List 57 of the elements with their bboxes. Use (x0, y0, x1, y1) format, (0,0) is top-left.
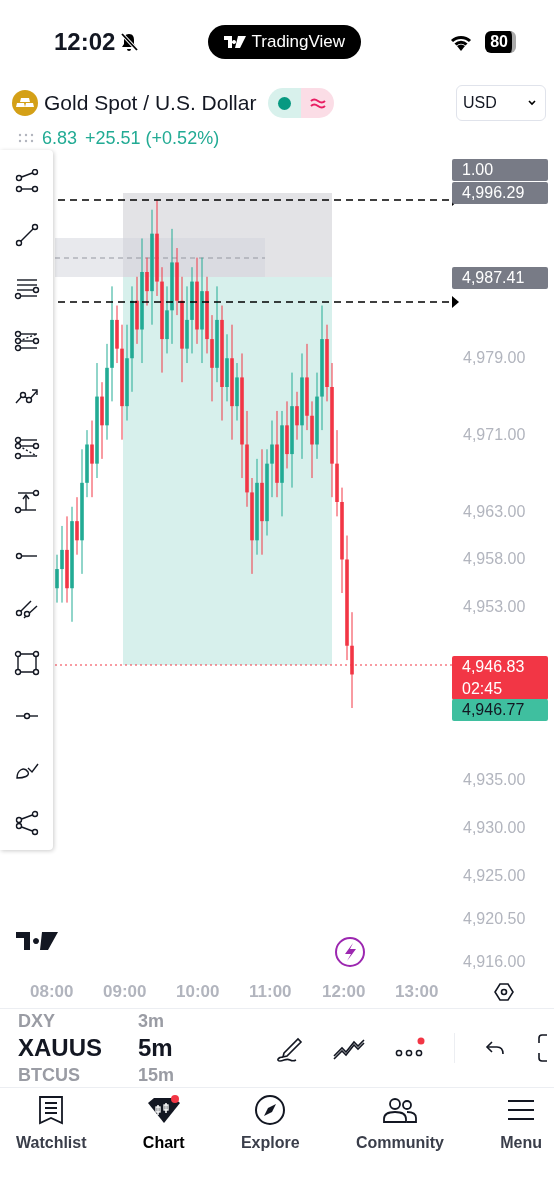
compass-icon (254, 1094, 287, 1126)
price-change: +25.51 (+0.52%) (85, 127, 220, 149)
price-axis-label: 4,953.00 (463, 598, 526, 617)
price-tag: 4,996.29 (452, 181, 548, 204)
clock-time: 12:02 (54, 28, 116, 56)
price-axis-label: 4,971.00 (463, 425, 526, 444)
angle-lines-icon[interactable] (13, 809, 40, 836)
price-tag: 1.00 (452, 158, 548, 181)
logo-icon (16, 932, 58, 950)
market-status-pill[interactable] (268, 88, 335, 118)
bookmark-list-icon (37, 1094, 66, 1126)
symbol-option[interactable]: XAUUS (18, 1031, 138, 1065)
lightning-icon[interactable] (335, 937, 365, 967)
price-axis-label: 4,935.00 (463, 770, 526, 789)
logo-icon (223, 36, 246, 48)
price-axis-label: 4,979.00 (463, 349, 526, 368)
price-axis-label: 4,958.00 (463, 550, 526, 569)
grip-icon[interactable] (18, 133, 34, 143)
time-axis-label: 09:00 (103, 981, 148, 1002)
battery-level: 80 (485, 31, 516, 53)
zigzag-icon[interactable] (332, 1036, 366, 1060)
time-axis-label: 10:00 (176, 981, 221, 1002)
lines-nodes-icon[interactable] (13, 435, 40, 462)
symbol-title: Gold Spot / U.S. Dollar (44, 91, 257, 115)
settings-icon[interactable] (494, 981, 514, 1002)
bell-muted-icon (119, 32, 140, 52)
trend-line-icon[interactable] (13, 222, 40, 249)
time-axis-label: 12:00 (322, 981, 367, 1002)
nav-tab[interactable]: Chart (142, 1094, 185, 1152)
price-axis-label: 4,925.00 (463, 866, 526, 885)
interval-option[interactable]: 5m (138, 1031, 238, 1065)
rectangle-icon[interactable] (13, 649, 40, 676)
ingots-logo-icon (12, 90, 38, 116)
wave-icon (309, 97, 326, 109)
price-axis-label: 4,963.00 (463, 502, 526, 521)
price-tag: 4,987.41 (452, 266, 548, 289)
price-axis-label: 4,920.50 (463, 909, 526, 928)
parallel-segments-icon[interactable] (13, 169, 40, 195)
fullscreen-icon[interactable] (535, 1033, 547, 1063)
nav-tab[interactable]: Menu (500, 1094, 542, 1152)
price-tag: 4,946.83 02:45 (452, 655, 548, 700)
last-price: 6.83 (42, 127, 78, 149)
wifi-icon (449, 33, 474, 51)
nav-tab[interactable]: Community (355, 1094, 444, 1152)
nav-tab[interactable]: Explore (240, 1094, 300, 1152)
vertical-arrow-icon[interactable] (13, 489, 40, 516)
more-icon[interactable] (394, 1037, 426, 1059)
app-pill: TradingView (207, 25, 362, 59)
time-axis-label: 11:00 (249, 981, 293, 1002)
time-axis-label: 08:00 (30, 981, 75, 1002)
price-tag: 4,946.77 (452, 699, 548, 722)
time-axis-label: 13:00 (395, 981, 440, 1002)
price-axis-label: 4,930.00 (463, 818, 526, 837)
currency-dropdown[interactable]: USD (456, 85, 546, 121)
chevron-down-icon (527, 100, 537, 106)
price-axis-label: 4,916.00 (463, 952, 526, 971)
nav-tab[interactable]: Watchlist (16, 1094, 87, 1152)
